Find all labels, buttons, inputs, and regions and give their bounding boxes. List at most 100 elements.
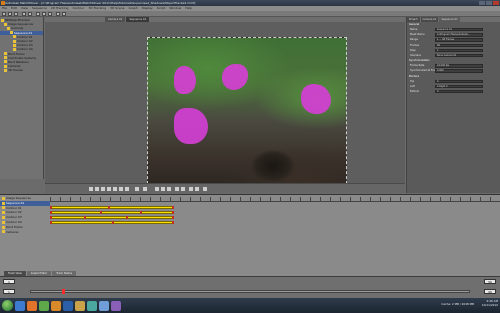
settings-icon[interactable] — [203, 187, 207, 191]
maximize-button[interactable] — [486, 1, 492, 5]
keyframe-marker[interactable] — [108, 206, 110, 210]
interlace-select[interactable]: None Camera 01 — [435, 53, 483, 58]
first-frame-icon[interactable] — [89, 187, 93, 191]
illustrator-icon[interactable] — [51, 300, 61, 311]
frame-bar: 1 1 96 96 — [0, 276, 500, 298]
minimize-button[interactable] — [479, 1, 485, 5]
contour-tool-icon[interactable] — [48, 12, 52, 16]
tab-camera-01[interactable]: Camera 01 — [420, 17, 439, 22]
keyframe-marker[interactable] — [84, 216, 86, 220]
last-frame-icon[interactable] — [125, 187, 129, 191]
step-field[interactable]: 1 — [435, 48, 483, 53]
viewer-panel: Camera 01 Sequence 01 — [45, 17, 405, 193]
timeline-scrubber[interactable] — [30, 290, 470, 293]
viewer-tabs: Camera 01 Sequence 01 — [45, 17, 405, 22]
maya-icon[interactable] — [99, 300, 109, 311]
properties-panel: Project Camera 01 Sequence 01 General Na… — [406, 17, 500, 193]
left-right-field[interactable]: 0 Right 0 — [435, 84, 483, 89]
folder-icon — [2, 225, 5, 229]
clock-date: 10/11/2010 — [481, 302, 498, 307]
current-frame-field[interactable]: 1 — [3, 289, 15, 294]
end-frame-field[interactable]: 96 — [484, 279, 496, 284]
app-icon — [1, 1, 5, 5]
prev-frame-icon[interactable] — [101, 187, 105, 191]
display-icon[interactable] — [189, 187, 193, 191]
viewport-frame[interactable] — [147, 37, 347, 189]
timeline-ruler[interactable] — [50, 197, 500, 202]
keyframe-marker[interactable] — [172, 221, 174, 225]
select-tool-icon[interactable] — [36, 12, 40, 16]
next-key-icon[interactable] — [119, 187, 123, 191]
timeline-track-bar[interactable] — [50, 206, 174, 210]
redo-icon[interactable] — [28, 12, 32, 16]
keyframe-marker[interactable] — [50, 216, 52, 220]
track-label-cameras[interactable]: Cameras — [0, 230, 50, 235]
keyframe-marker[interactable] — [50, 206, 52, 210]
firefox-icon[interactable] — [27, 300, 37, 311]
close-button[interactable] — [493, 1, 499, 5]
contour-mask[interactable] — [174, 66, 196, 94]
contour-mask[interactable] — [174, 108, 208, 144]
keyframe-marker[interactable] — [172, 216, 174, 220]
top-field[interactable]: 0 — [435, 79, 483, 83]
frame-rate-field[interactable]: 24.000 fps — [435, 64, 483, 68]
save-icon[interactable] — [14, 12, 18, 16]
contour-mask[interactable] — [222, 64, 248, 90]
keyframe-marker[interactable] — [172, 211, 174, 215]
photoshop-icon[interactable] — [63, 300, 73, 311]
sequence-icon — [10, 31, 13, 35]
start-button-icon[interactable] — [2, 300, 13, 311]
scene-icon — [4, 68, 7, 72]
keyframe-marker[interactable] — [100, 211, 102, 215]
playhead[interactable] — [62, 289, 65, 294]
refresh-icon[interactable] — [62, 12, 66, 16]
next-frame-icon[interactable] — [113, 187, 117, 191]
start-frame-field[interactable]: 1 — [3, 279, 15, 284]
tab-camera-01[interactable]: Camera 01 — [105, 17, 126, 22]
tab-sequence-01[interactable]: Sequence 01 — [439, 17, 460, 22]
folder-icon — [1, 18, 4, 22]
undo-icon[interactable] — [22, 12, 26, 16]
frames-field[interactable]: 96 — [435, 43, 483, 47]
contour-icon — [2, 220, 5, 224]
matchmover-icon[interactable] — [87, 300, 97, 311]
keyframe-marker[interactable] — [112, 221, 114, 225]
media-icon[interactable] — [39, 300, 49, 311]
contour-mask[interactable] — [301, 84, 331, 114]
os-taskbar: Cache: 2 MB / 2048 MB 9:46 AM 10/11/2010 — [0, 298, 500, 313]
explorer-icon[interactable] — [15, 300, 25, 311]
keyframe-marker[interactable] — [172, 206, 174, 210]
timeline-track-bar[interactable] — [50, 216, 174, 220]
current-frame-right-field[interactable]: 96 — [484, 289, 496, 294]
track-tool-icon[interactable] — [42, 12, 46, 16]
mask-name-field[interactable]: C:\Program Files\Autodesk\... — [435, 33, 483, 37]
open-icon[interactable] — [8, 12, 12, 16]
tree-item-3d-scenes[interactable]: 3D Scenes — [0, 68, 43, 72]
view-options-icon[interactable] — [175, 187, 179, 191]
sync-frame-field[interactable]: 0.000 — [435, 69, 483, 73]
mask-icon[interactable] — [195, 187, 199, 191]
camera-icon — [2, 230, 5, 234]
keyframe-marker[interactable] — [50, 211, 52, 215]
new-icon[interactable] — [2, 12, 6, 16]
zoom-icon[interactable] — [143, 187, 147, 191]
solve-icon[interactable] — [56, 12, 60, 16]
range-field[interactable]: 1 ... 96 Frames — [435, 38, 483, 42]
app-icon[interactable] — [111, 300, 121, 311]
loop-icon[interactable] — [135, 187, 139, 191]
fit-icon[interactable] — [167, 187, 171, 191]
name-field[interactable]: Sequence 01 — [435, 28, 483, 32]
keyframe-marker[interactable] — [126, 216, 128, 220]
cache-status: Cache: 2 MB / 2048 MB — [441, 302, 474, 306]
keyframe-marker[interactable] — [140, 211, 142, 215]
track-forward-icon[interactable] — [155, 187, 159, 191]
track-backward-icon[interactable] — [161, 187, 165, 191]
bottom-field[interactable]: 0 — [435, 89, 483, 94]
folder-icon[interactable] — [75, 300, 85, 311]
tab-sequence-01[interactable]: Sequence 01 — [126, 17, 150, 22]
grid-icon[interactable] — [181, 187, 185, 191]
play-icon[interactable] — [107, 187, 111, 191]
prev-key-icon[interactable] — [95, 187, 99, 191]
keyframe-marker[interactable] — [50, 221, 52, 225]
timeline-track-bar[interactable] — [50, 211, 174, 215]
